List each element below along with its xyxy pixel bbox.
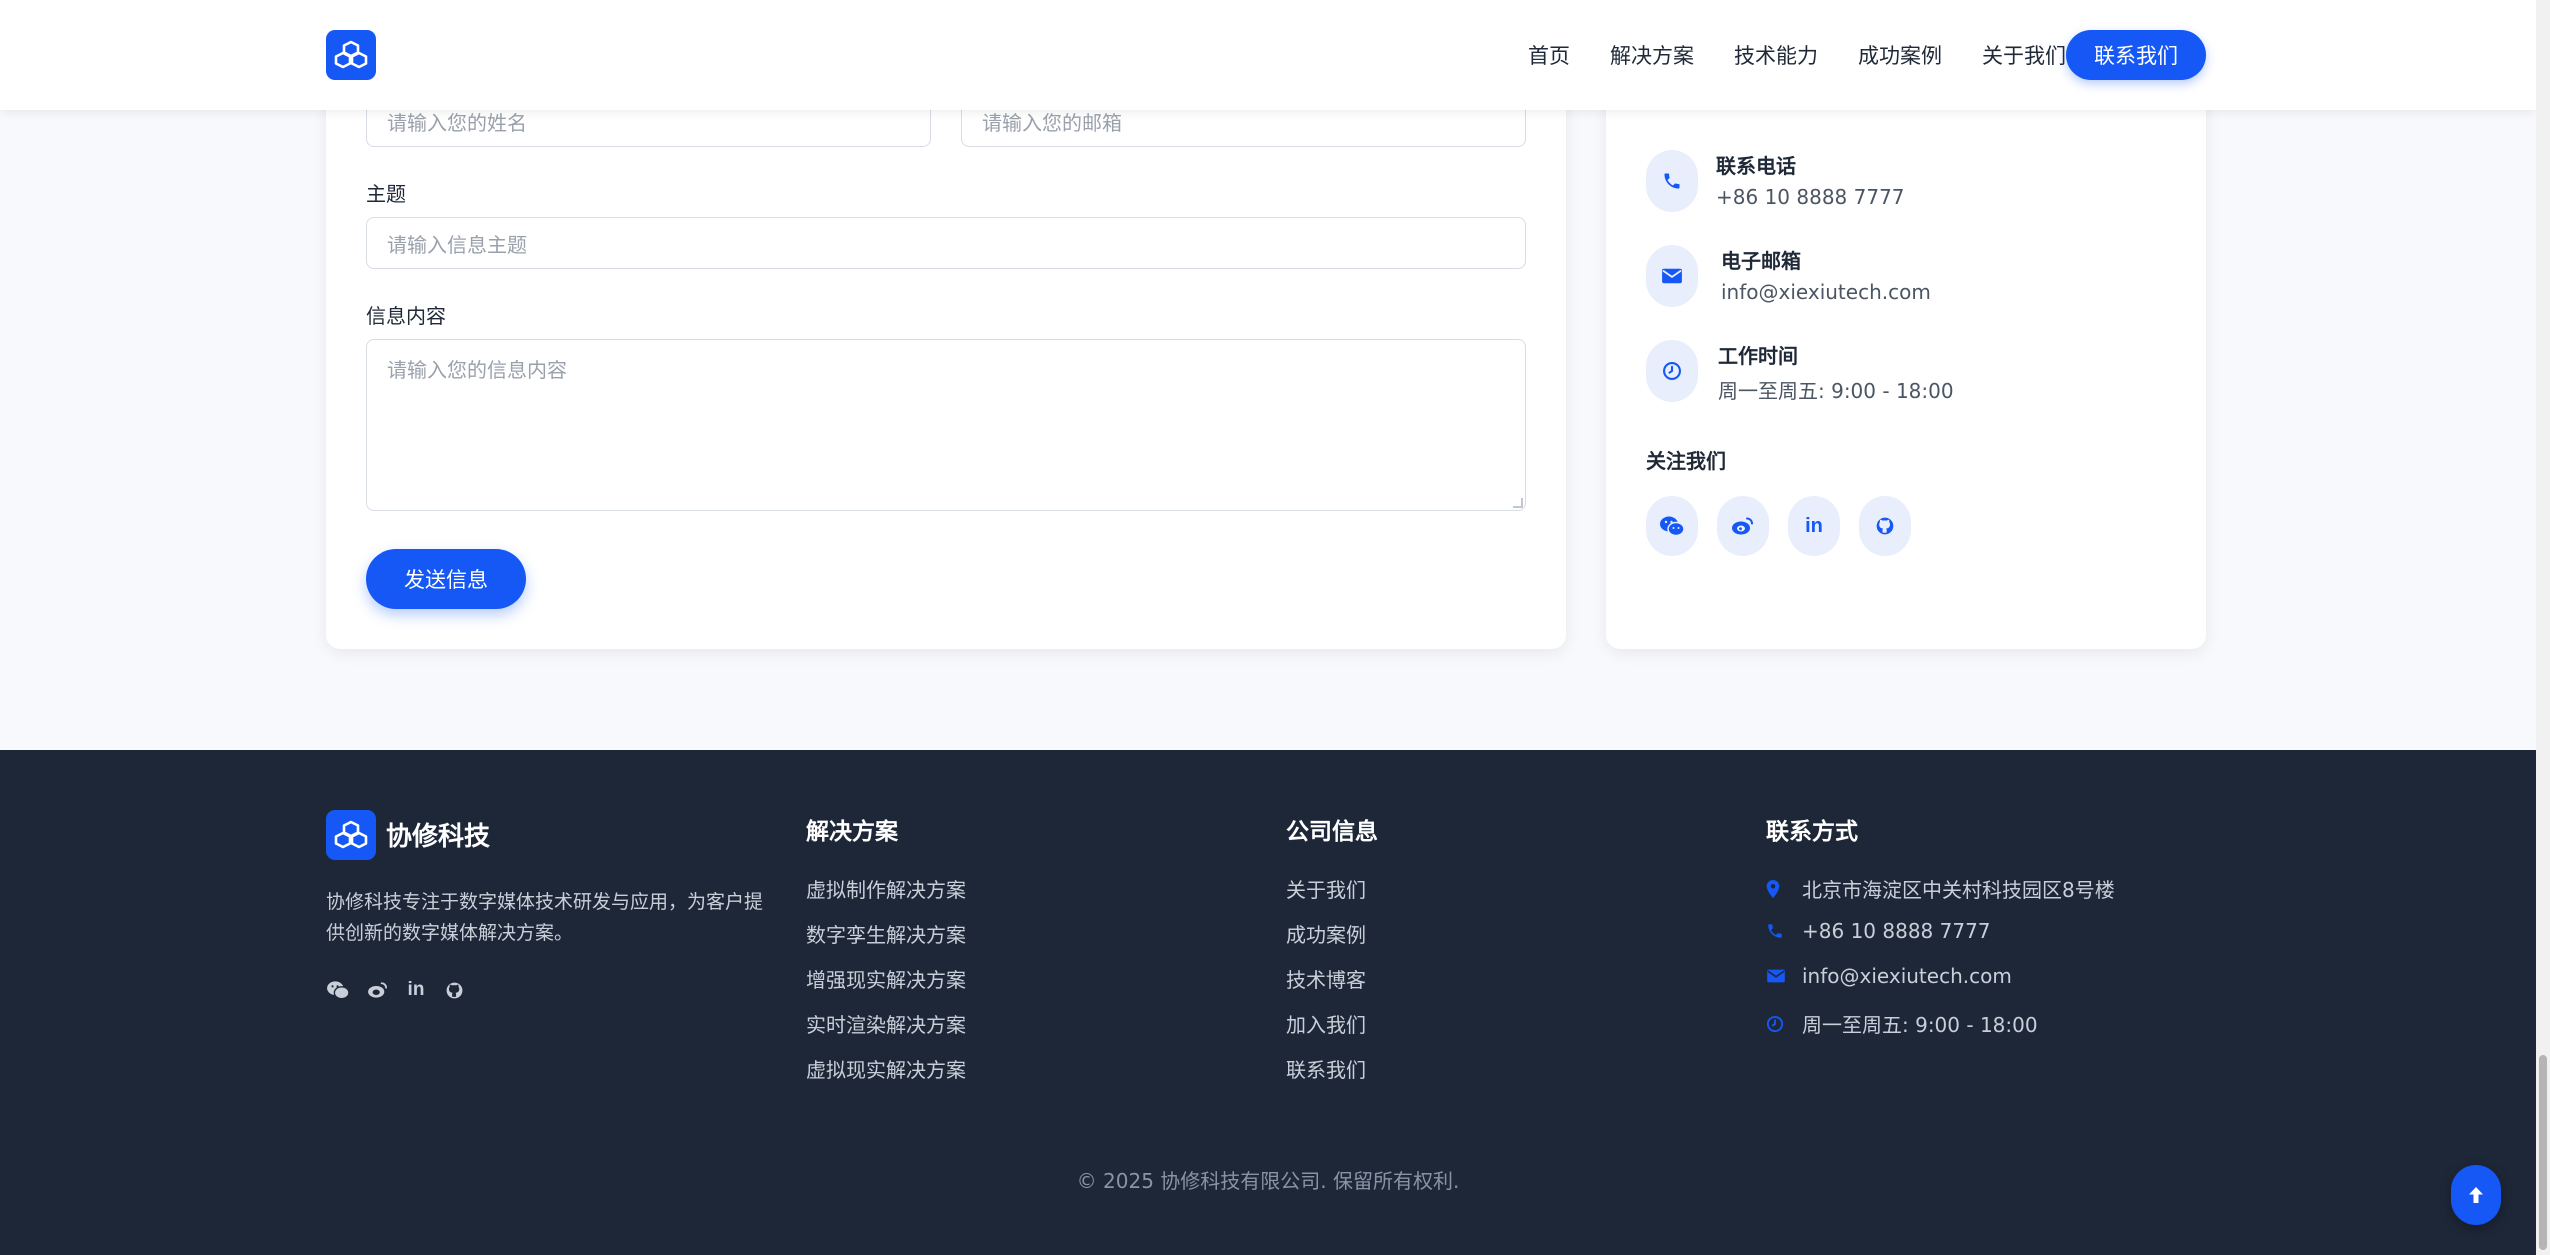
footer-link-cases[interactable]: 成功案例 (1286, 919, 1366, 948)
footer-description: 协修科技专注于数字媒体技术研发与应用，为客户提供创新的数字媒体解决方案。 (326, 891, 764, 944)
subject-label: 主题 (366, 182, 406, 206)
footer-address: 北京市海淀区中关村科技园区8号楼 (1766, 874, 2115, 903)
footer-link-blog[interactable]: 技术博客 (1286, 964, 1366, 993)
contact-form-card: 请输入您的姓名 请输入您的邮箱 主题 请输入信息主题 信息内容 请输入您的信息内… (326, 40, 1566, 649)
footer-email-text: info@xiexiutech.com (1802, 964, 2012, 988)
page-scrollbar[interactable] (2536, 0, 2550, 1255)
weibo-icon[interactable] (1717, 496, 1769, 556)
footer-link-careers[interactable]: 加入我们 (1286, 1009, 1366, 1038)
footer-phone: +86 10 8888 7777 (1766, 919, 1991, 943)
nav-solutions[interactable]: 解决方案 (1610, 40, 1694, 70)
nav-about[interactable]: 关于我们 (1982, 40, 2066, 70)
envelope-icon (1646, 245, 1698, 307)
email-value: info@xiexiutech.com (1721, 280, 1931, 304)
footer-contact-title: 联系方式 (1766, 819, 1858, 845)
hours-title: 工作时间 (1718, 344, 1798, 368)
footer-address-text: 北京市海淀区中关村科技园区8号楼 (1802, 878, 2115, 902)
site-header: 首页 解决方案 技术能力 成功案例 关于我们 联系我们 (0, 0, 2536, 110)
footer-github-icon[interactable] (442, 978, 466, 1002)
phone-icon (1646, 150, 1698, 212)
footer-link-ar[interactable]: 增强现实解决方案 (806, 964, 966, 993)
footer-wechat-icon[interactable] (326, 978, 350, 1002)
footer-hours-text: 周一至周五: 9:00 - 18:00 (1802, 1013, 2038, 1037)
contact-info-card: 联系电话 +86 10 8888 7777 电子邮箱 info@xiexiute… (1606, 30, 2206, 649)
subject-input[interactable]: 请输入信息主题 (366, 217, 1526, 269)
send-message-button[interactable]: 发送信息 (366, 549, 526, 609)
copyright: © 2025 协修科技有限公司. 保留所有权利. (1076, 1169, 1460, 1193)
footer-brand: 协修科技 (386, 822, 491, 852)
nav-cases[interactable]: 成功案例 (1858, 40, 1942, 70)
footer-link-vr[interactable]: 虚拟现实解决方案 (806, 1054, 966, 1083)
linkedin-icon[interactable]: in (1788, 496, 1840, 556)
footer-link-contact[interactable]: 联系我们 (1286, 1054, 1366, 1083)
wechat-icon[interactable] (1646, 496, 1698, 556)
clock-icon (1646, 340, 1698, 402)
footer-company-title: 公司信息 (1286, 819, 1378, 845)
message-textarea[interactable]: 请输入您的信息内容 (366, 339, 1526, 511)
scrollbar-thumb[interactable] (2539, 1055, 2547, 1250)
clock-icon (1766, 1015, 1792, 1033)
map-marker-icon (1766, 879, 1792, 898)
footer-email: info@xiexiutech.com (1766, 964, 2012, 988)
nav-technology[interactable]: 技术能力 (1734, 40, 1818, 70)
cubes-icon (334, 40, 368, 69)
main-nav: 首页 解决方案 技术能力 成功案例 关于我们 (1488, 30, 2066, 80)
envelope-icon (1766, 968, 1792, 984)
footer-link-virtual-production[interactable]: 虚拟制作解决方案 (806, 874, 966, 903)
footer-phone-text: +86 10 8888 7777 (1802, 919, 1991, 943)
follow-title: 关注我们 (1646, 449, 1726, 473)
nav-home[interactable]: 首页 (1528, 40, 1570, 70)
hours-value: 周一至周五: 9:00 - 18:00 (1718, 379, 1954, 403)
message-placeholder: 请输入您的信息内容 (387, 358, 567, 382)
resize-handle[interactable] (1513, 498, 1523, 508)
footer-hours: 周一至周五: 9:00 - 18:00 (1766, 1009, 2038, 1038)
phone-value: +86 10 8888 7777 (1716, 185, 1905, 209)
linkedin-glyph: in (1805, 514, 1823, 537)
site-footer: 协修科技 协修科技专注于数字媒体技术研发与应用，为客户提供创新的数字媒体解决方案… (0, 750, 2536, 1255)
cubes-icon (334, 820, 368, 849)
page: 请输入您的姓名 请输入您的邮箱 主题 请输入信息主题 信息内容 请输入您的信息内… (0, 0, 2536, 1255)
logo[interactable] (326, 30, 376, 80)
linkedin-glyph: in (407, 979, 425, 1000)
github-icon[interactable] (1859, 496, 1911, 556)
email-title: 电子邮箱 (1721, 249, 1801, 273)
footer-linkedin-icon[interactable]: in (404, 978, 428, 1002)
contact-us-button[interactable]: 联系我们 (2066, 30, 2206, 80)
footer-link-about[interactable]: 关于我们 (1286, 874, 1366, 903)
arrow-up-icon (2469, 1187, 2483, 1203)
phone-icon (1766, 922, 1792, 940)
message-label: 信息内容 (366, 304, 446, 328)
footer-weibo-icon[interactable] (366, 978, 390, 1002)
footer-link-realtime-rendering[interactable]: 实时渲染解决方案 (806, 1009, 966, 1038)
footer-link-digital-twin[interactable]: 数字孪生解决方案 (806, 919, 966, 948)
footer-logo[interactable] (326, 810, 376, 860)
footer-solutions-title: 解决方案 (806, 819, 898, 845)
phone-title: 联系电话 (1716, 154, 1796, 178)
back-to-top-button[interactable] (2451, 1165, 2501, 1225)
